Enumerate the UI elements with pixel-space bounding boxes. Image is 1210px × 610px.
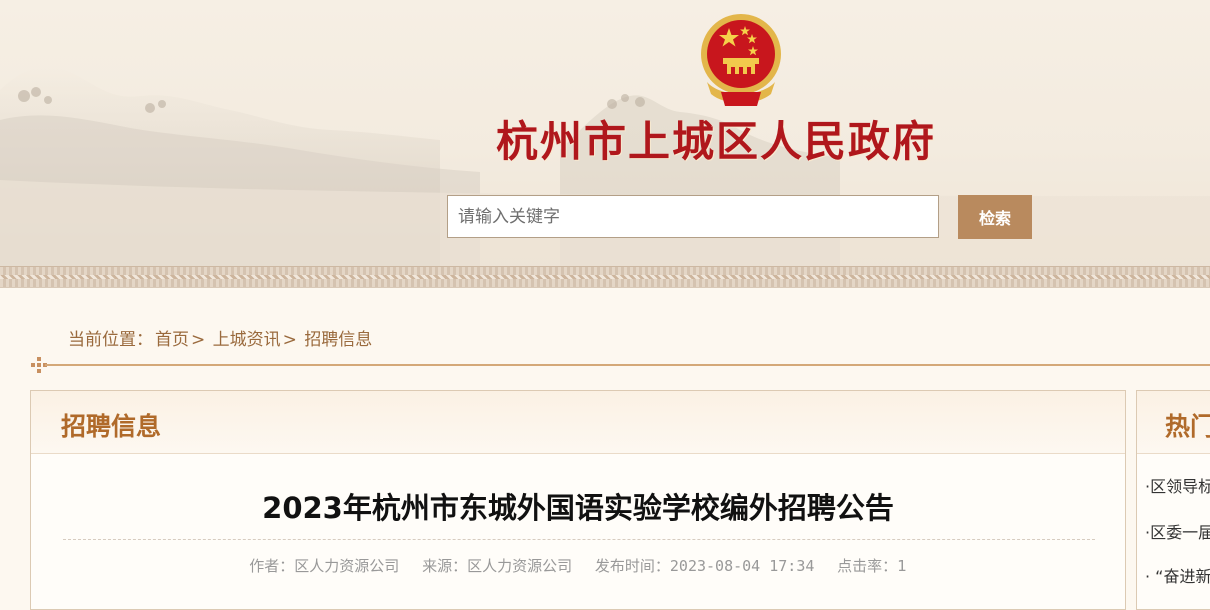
breadcrumb-separator: > bbox=[191, 330, 206, 350]
hot-list-item[interactable]: · “奋进新 bbox=[1145, 563, 1210, 587]
breadcrumb-recruitment-link[interactable]: 招聘信息 bbox=[304, 330, 372, 350]
meta-clicks-value: 1 bbox=[897, 557, 907, 575]
breadcrumb-prefix: 当前位置： bbox=[68, 330, 153, 350]
search-input[interactable] bbox=[447, 195, 939, 238]
article-title: 2023年杭州市东城外国语实验学校编外招聘公告 bbox=[262, 491, 894, 525]
site-header: 杭州市上城区人民政府 检索 bbox=[0, 0, 1210, 272]
breadcrumb-divider bbox=[45, 364, 1210, 366]
breadcrumb: 当前位置： 首页 > 上城资讯 > 招聘信息 bbox=[68, 325, 374, 350]
search-button[interactable]: 检索 bbox=[958, 195, 1032, 239]
meta-clicks: 点击率：1 bbox=[837, 557, 907, 575]
meta-time-value: 2023-08-04 17:34 bbox=[669, 557, 815, 575]
site-title: 杭州市上城区人民政府 bbox=[496, 117, 937, 166]
header-decorative-border bbox=[0, 266, 1210, 288]
meta-time: 发布时间：2023-08-04 17:34 bbox=[595, 557, 815, 575]
panel-header: 招聘信息 bbox=[31, 391, 1125, 454]
article-separator bbox=[63, 539, 1095, 540]
meta-source-label: 来源： bbox=[422, 557, 468, 575]
breadcrumb-home-link[interactable]: 首页 bbox=[155, 330, 189, 350]
meta-author: 作者：区人力资源公司 bbox=[249, 557, 399, 575]
article-meta: 作者：区人力资源公司 来源：区人力资源公司 发布时间：2023-08-04 17… bbox=[31, 555, 1125, 576]
hot-panel-header: 热门 bbox=[1137, 391, 1210, 454]
meta-source-value: 区人力资源公司 bbox=[467, 557, 573, 575]
meta-author-label: 作者： bbox=[249, 557, 295, 575]
meta-source: 来源：区人力资源公司 bbox=[422, 557, 572, 575]
meta-time-label: 发布时间： bbox=[594, 557, 670, 575]
article-panel: 招聘信息 2023年杭州市东城外国语实验学校编外招聘公告 作者：区人力资源公司 … bbox=[30, 390, 1126, 610]
meta-author-value: 区人力资源公司 bbox=[294, 557, 400, 575]
meta-clicks-label: 点击率： bbox=[837, 557, 898, 575]
hot-panel: 热门 ·区领导标 ·区委一届 · “奋进新 bbox=[1136, 390, 1210, 610]
breadcrumb-news-link[interactable]: 上城资讯 bbox=[213, 330, 281, 350]
hot-panel-title: 热门 bbox=[1165, 412, 1210, 441]
hot-list-item[interactable]: ·区领导标 bbox=[1145, 473, 1210, 497]
hot-list-item[interactable]: ·区委一届 bbox=[1145, 519, 1210, 543]
section-title: 招聘信息 bbox=[61, 412, 162, 441]
national-emblem-icon bbox=[701, 14, 781, 106]
breadcrumb-separator: > bbox=[282, 330, 297, 350]
